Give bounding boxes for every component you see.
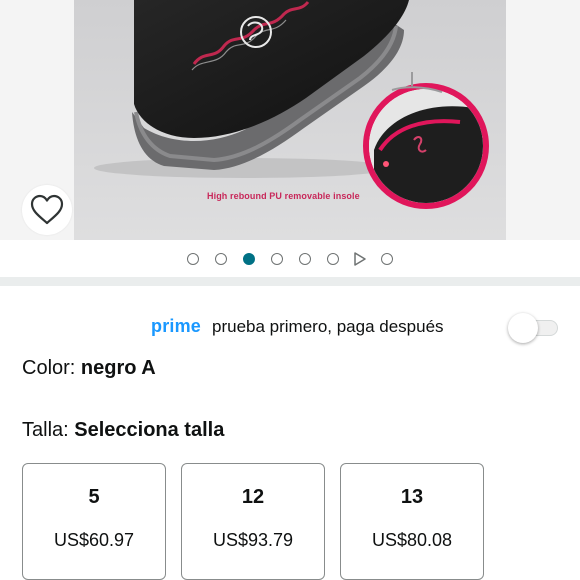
prime-logo: prime	[151, 316, 202, 336]
size-option-price: US$80.08	[371, 530, 453, 550]
size-options: 5 US$60.97 12 US$93.79 13 US$80.08	[22, 463, 558, 580]
product-image-area[interactable]: High rebound PU removable insole	[0, 0, 580, 240]
shoe-image	[74, 0, 506, 240]
product-page: High rebound PU removable insole prime p…	[0, 0, 580, 580]
carousel-dot[interactable]	[299, 253, 311, 265]
carousel-dot[interactable]	[327, 253, 339, 265]
prime-try-text: prueba primero, paga después	[212, 317, 444, 336]
size-option-price: US$60.97	[53, 530, 135, 550]
size-option-size: 12	[241, 486, 265, 508]
color-selection: Color: negro A	[22, 357, 156, 380]
size-selection: Talla: Selecciona talla	[22, 419, 224, 442]
carousel-dot[interactable]	[215, 253, 227, 265]
carousel-dot[interactable]	[381, 253, 393, 265]
insole-caption: High rebound PU removable insole	[207, 191, 360, 201]
carousel-dot[interactable]	[271, 253, 283, 265]
size-option-card[interactable]: 5 US$60.97	[22, 463, 166, 580]
size-option-size: 13	[400, 486, 424, 508]
image-carousel-dots	[0, 250, 580, 268]
section-divider	[0, 277, 580, 286]
size-option-size: 5	[88, 486, 100, 508]
size-option-card[interactable]: 13 US$80.08	[340, 463, 484, 580]
carousel-video-dot[interactable]	[353, 252, 367, 266]
prime-try-before-buy-row: prime prueba primero, paga después	[0, 312, 580, 342]
prime-try-toggle[interactable]	[508, 313, 560, 343]
size-option-price: US$93.79	[212, 530, 294, 550]
size-label: Talla:	[22, 419, 75, 441]
product-photo[interactable]: High rebound PU removable insole	[74, 0, 506, 240]
color-label: Color:	[22, 357, 81, 379]
size-value: Selecciona talla	[74, 419, 225, 441]
toggle-knob	[508, 313, 538, 343]
play-icon	[354, 252, 366, 266]
heart-icon	[30, 194, 64, 225]
carousel-dot[interactable]	[187, 253, 199, 265]
carousel-dot-active[interactable]	[243, 253, 255, 265]
size-option-card[interactable]: 12 US$93.79	[181, 463, 325, 580]
wishlist-button[interactable]	[22, 185, 72, 235]
color-value: negro A	[80, 357, 156, 379]
